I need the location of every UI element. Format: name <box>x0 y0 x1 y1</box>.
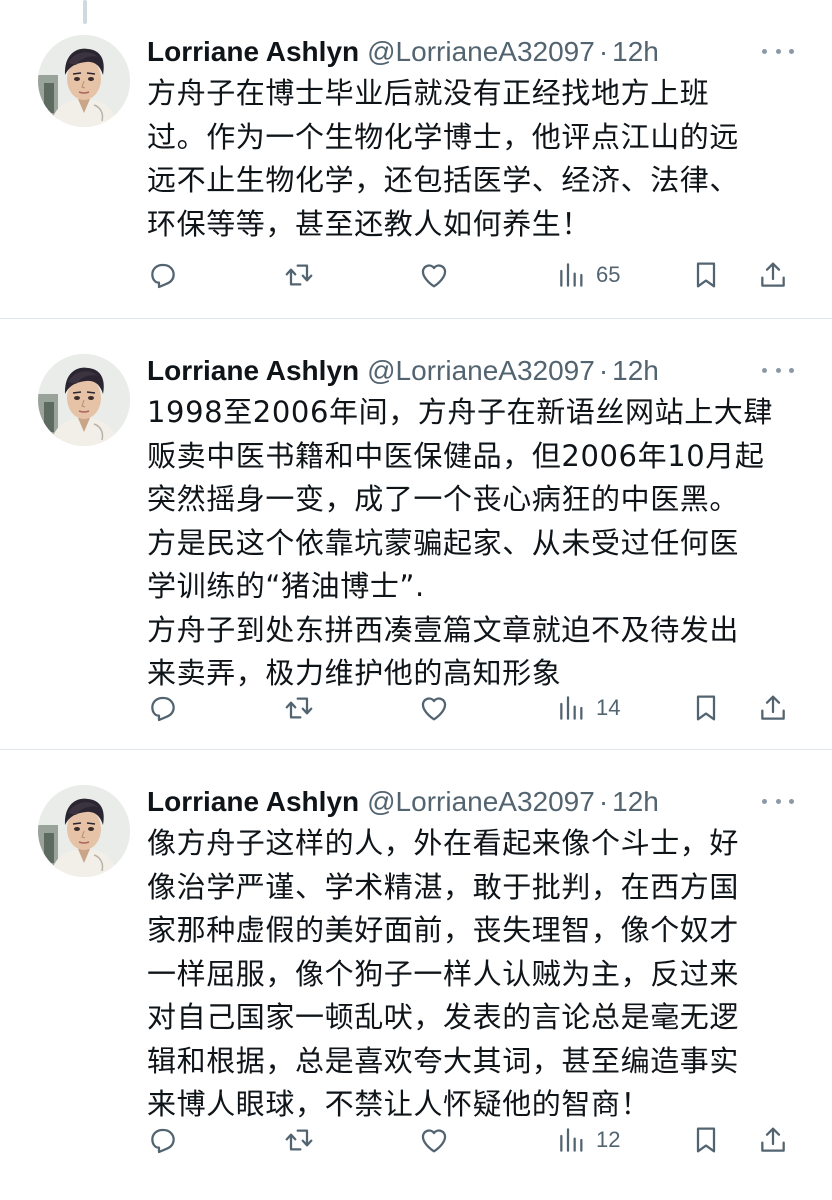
bookmark-button[interactable] <box>690 690 722 726</box>
share-icon <box>761 695 785 720</box>
views-chart-icon <box>560 263 583 287</box>
retweet-button[interactable] <box>283 1122 315 1158</box>
tweet-text: 像方舟子这样的人，外在看起来像个斗士，好 像治学严谨、学术精湛，敢于批判，在西方… <box>147 826 740 1121</box>
like-button[interactable] <box>418 257 450 293</box>
views-chart-icon <box>560 1128 583 1152</box>
tweet-text: 方舟子在博士毕业后就没有正经找地方上班 过。作为一个生物化学博士，他评点江山的远… <box>147 76 740 241</box>
views-count: 65 <box>596 262 621 287</box>
bookmark-button[interactable] <box>690 1122 722 1158</box>
heart-icon <box>421 1129 447 1153</box>
retweet-button[interactable] <box>283 257 315 293</box>
more-dots-icon[interactable] <box>762 792 794 810</box>
tweet-header: Lorriane Ashlyn @LorrianeA32097 · 12h <box>147 32 807 72</box>
author-handle[interactable]: @LorrianeA32097 <box>367 355 595 386</box>
tweet-actions: 14 <box>147 690 795 726</box>
like-button[interactable] <box>418 690 450 726</box>
separator-dot: · <box>598 36 609 67</box>
bookmark-button[interactable] <box>690 257 722 293</box>
bookmark-icon <box>696 1127 716 1153</box>
timestamp[interactable]: 12h <box>612 786 659 817</box>
author-name[interactable]: Lorriane Ashlyn <box>147 36 359 67</box>
author-handle[interactable]: @LorrianeA32097 <box>367 36 595 67</box>
heart-icon <box>421 264 447 288</box>
share-button[interactable] <box>757 257 789 293</box>
reply-icon <box>151 263 175 289</box>
avatar[interactable] <box>38 785 130 877</box>
separator-dot: · <box>598 355 609 386</box>
retweet-icon <box>285 697 313 719</box>
share-icon <box>761 1127 785 1152</box>
tweet-text: 1998至2006年间，方舟子在新语丝网站上大肆 贩卖中医书籍和中医保健品，但2… <box>147 395 774 690</box>
share-icon <box>761 262 785 287</box>
retweet-button[interactable] <box>283 690 315 726</box>
reply-icon <box>151 1128 175 1154</box>
reply-button[interactable] <box>147 690 179 726</box>
tweet-actions: 65 <box>147 257 795 293</box>
bookmark-icon <box>696 262 716 288</box>
views-button[interactable]: 65 <box>556 257 620 293</box>
separator-dot: · <box>598 786 609 817</box>
tweet[interactable]: Lorriane Ashlyn @LorrianeA32097 · 12h 1998至… <box>0 319 832 750</box>
reply-icon <box>151 696 175 722</box>
reply-button[interactable] <box>147 257 179 293</box>
more-dots-icon[interactable] <box>762 42 794 60</box>
like-button[interactable] <box>418 1122 450 1158</box>
views-count: 12 <box>596 1127 621 1152</box>
author-handle[interactable]: @LorrianeA32097 <box>367 786 595 817</box>
views-button[interactable]: 14 <box>556 690 620 726</box>
retweet-icon <box>285 264 313 286</box>
author-name[interactable]: Lorriane Ashlyn <box>147 786 359 817</box>
avatar[interactable] <box>38 35 130 127</box>
share-button[interactable] <box>757 690 789 726</box>
timestamp[interactable]: 12h <box>612 355 659 386</box>
tweet-actions: 12 <box>147 1122 795 1158</box>
views-button[interactable]: 12 <box>556 1122 620 1158</box>
tweet[interactable]: Lorriane Ashlyn @LorrianeA32097 · 12h 方舟子在博… <box>0 0 832 319</box>
reply-button[interactable] <box>147 1122 179 1158</box>
tweet-header: Lorriane Ashlyn @LorrianeA32097 · 12h <box>147 782 807 822</box>
views-count: 14 <box>596 695 621 720</box>
retweet-icon <box>285 1129 313 1151</box>
avatar[interactable] <box>38 354 130 446</box>
timestamp[interactable]: 12h <box>612 36 659 67</box>
more-dots-icon[interactable] <box>762 361 794 379</box>
author-name[interactable]: Lorriane Ashlyn <box>147 355 359 386</box>
bookmark-icon <box>696 695 716 721</box>
tweet-header: Lorriane Ashlyn @LorrianeA32097 · 12h <box>147 351 807 391</box>
views-chart-icon <box>560 696 583 720</box>
tweet-feed: Lorriane Ashlyn @LorrianeA32097 · 12h 方舟子在博… <box>0 0 832 1200</box>
share-button[interactable] <box>757 1122 789 1158</box>
heart-icon <box>421 697 447 721</box>
tweet[interactable]: Lorriane Ashlyn @LorrianeA32097 · 12h 像方舟子这… <box>0 750 832 1200</box>
